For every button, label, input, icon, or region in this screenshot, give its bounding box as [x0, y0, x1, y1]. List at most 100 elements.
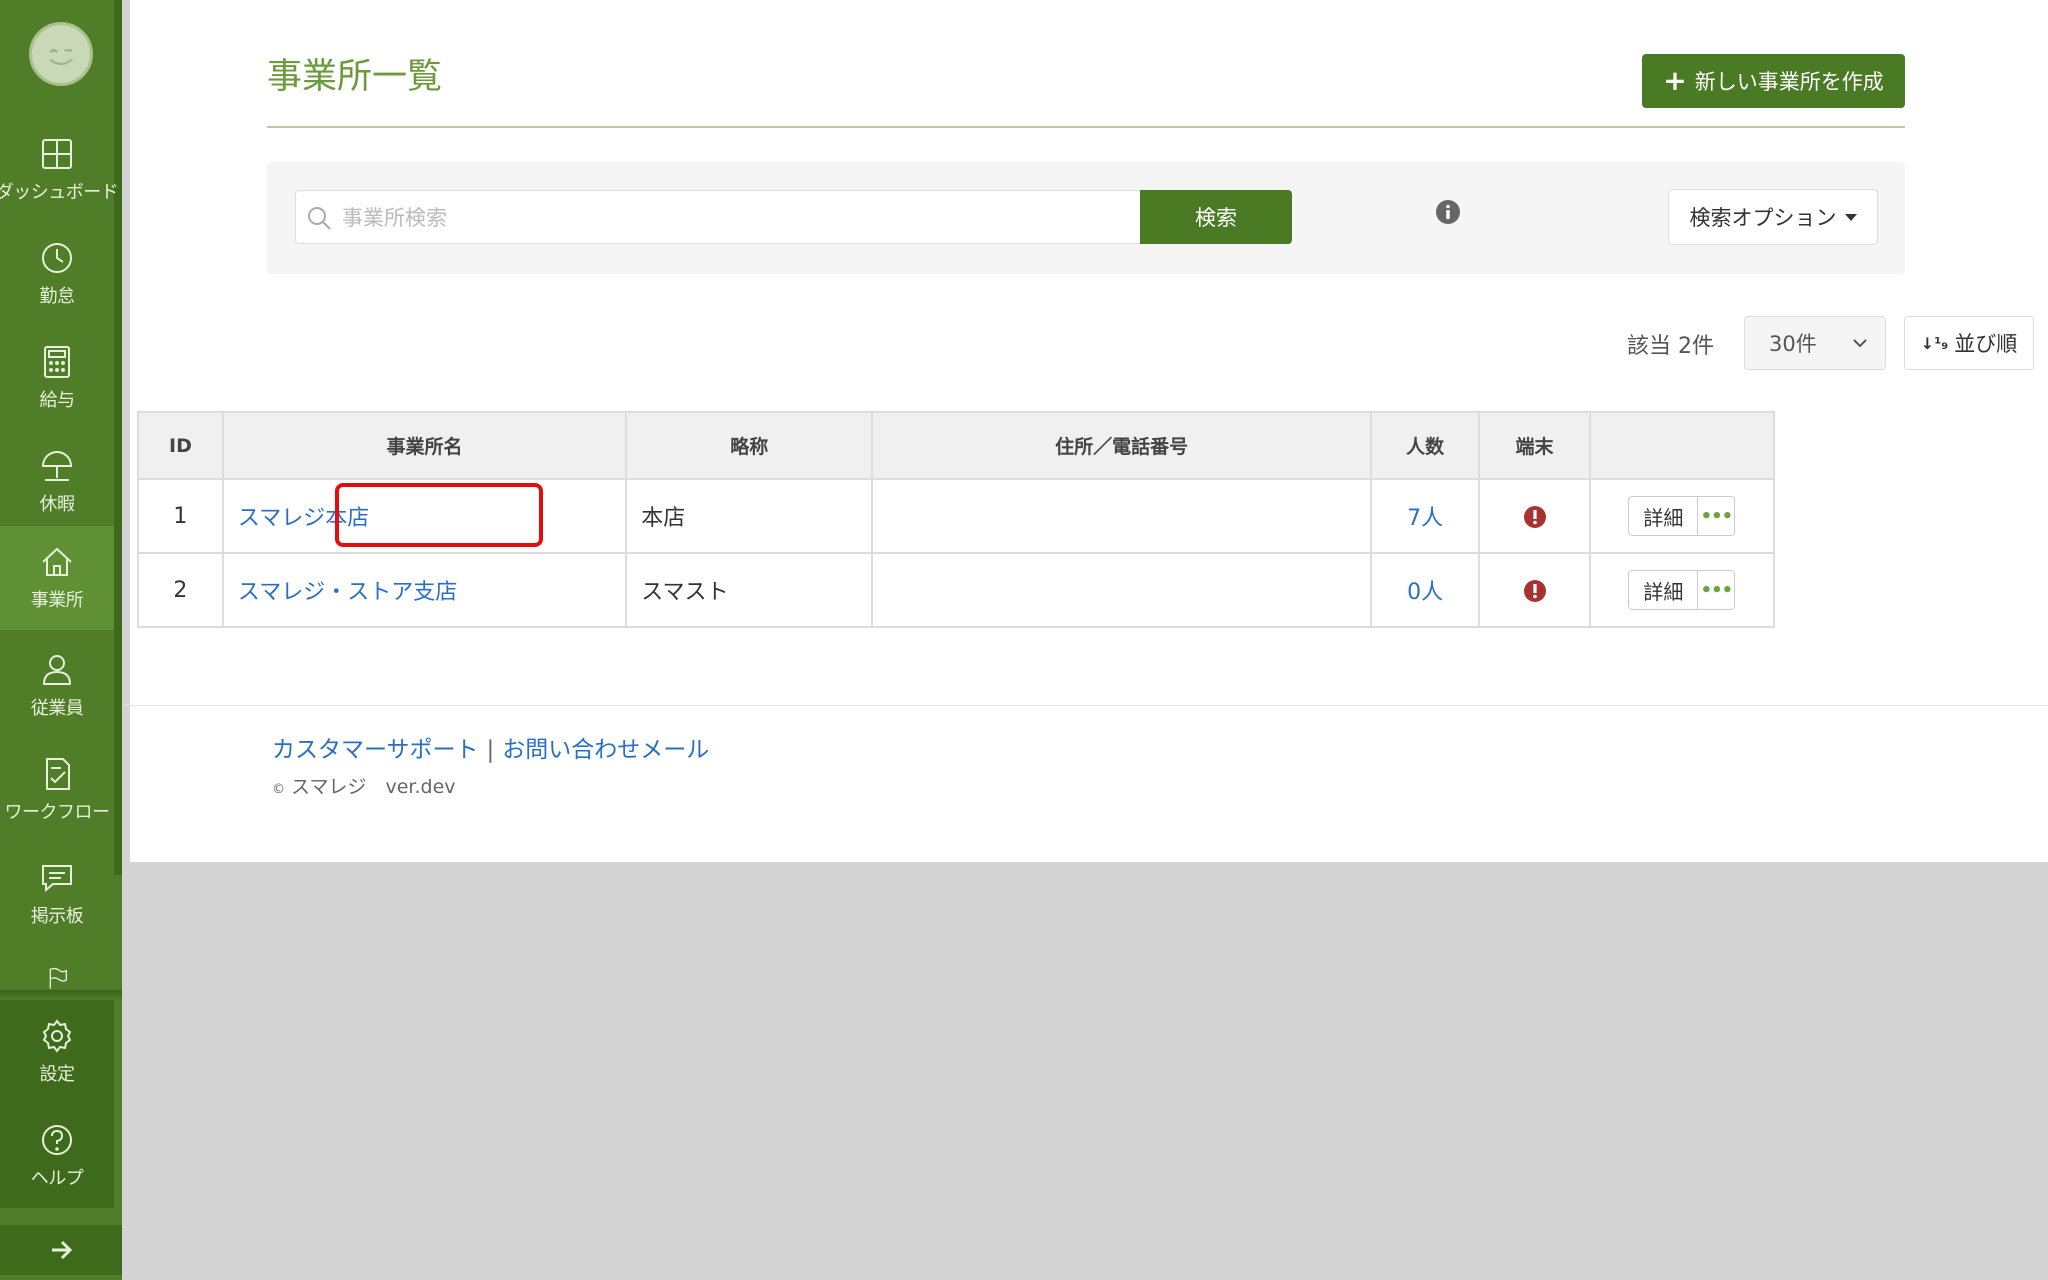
copyright-symbol: © — [272, 782, 285, 797]
gear-icon — [42, 1019, 72, 1053]
column-header-address[interactable]: 住所／電話番号 — [871, 411, 1372, 480]
sort-numeric-icon: ↓¹₉ — [1920, 333, 1949, 353]
sidebar-item-label: ワークフロー — [4, 802, 111, 823]
help-icon — [42, 1125, 72, 1155]
footer-separator: | — [486, 737, 495, 763]
sidebar: ダッシュボード 勤怠 給与 休暇 事業所 従業員 ワークフロー 掲示板 設定 ヘ… — [0, 0, 122, 1280]
umbrella-icon — [41, 451, 73, 481]
cell-people: 7人 — [1369, 478, 1481, 554]
per-page-value: 30件 — [1769, 332, 1817, 356]
contact-mail-link[interactable]: お問い合わせメール — [502, 737, 709, 763]
sidebar-collapse-button[interactable] — [0, 1225, 122, 1275]
arrow-right-icon — [52, 1240, 73, 1260]
footer-divider — [122, 705, 2048, 706]
create-office-button[interactable]: + 新しい事業所を作成 — [1642, 54, 1905, 108]
cell-id: 1 — [137, 478, 224, 554]
plus-icon: + — [1663, 64, 1687, 97]
sidebar-item-help[interactable]: ヘルプ — [0, 1104, 114, 1208]
sidebar-item-offices[interactable]: 事業所 — [0, 526, 114, 630]
sidebar-divider — [0, 990, 122, 1000]
sidebar-item-leave[interactable]: 休暇 — [0, 430, 114, 534]
cell-address — [871, 478, 1372, 554]
sidebar-item-flag[interactable] — [0, 946, 114, 996]
avatar-face-icon — [49, 49, 73, 66]
more-options-button[interactable]: ••• — [1698, 497, 1735, 535]
detail-button[interactable]: 詳細 — [1629, 571, 1699, 609]
search-icon — [308, 207, 331, 230]
checklist-icon — [46, 758, 70, 790]
result-count: 該当 2件 — [1627, 334, 1714, 359]
footer-links: カスタマーサポート | お問い合わせメール — [272, 730, 709, 764]
search-button[interactable]: 検索 — [1140, 190, 1292, 244]
sidebar-item-label: 事業所 — [30, 590, 84, 611]
sidebar-item-label: ダッシュボード — [0, 182, 119, 203]
clock-icon — [42, 243, 72, 273]
search-input[interactable] — [340, 191, 1134, 245]
alert-icon — [1523, 505, 1546, 528]
page-title: 事業所一覧 — [267, 57, 443, 97]
sidebar-item-attendance[interactable]: 勤怠 — [0, 222, 114, 326]
cell-name: スマレジ・ストア支店 — [221, 552, 628, 628]
people-count-link[interactable]: 7人 — [1407, 506, 1443, 531]
sort-button[interactable]: ↓¹₉ 並び順 — [1904, 316, 2034, 370]
dashboard-icon — [42, 139, 72, 169]
column-header-terminal[interactable]: 端末 — [1478, 411, 1591, 480]
row-action-group: 詳細 ••• — [1628, 496, 1736, 536]
alert-icon — [1523, 579, 1546, 602]
cell-people: 0人 — [1369, 552, 1481, 628]
sidebar-item-label: 設定 — [39, 1064, 76, 1085]
search-field[interactable] — [295, 190, 1143, 245]
chat-icon — [42, 865, 72, 893]
title-divider — [267, 126, 1905, 128]
row-action-group: 詳細 ••• — [1628, 570, 1736, 610]
column-header-abbr[interactable]: 略称 — [625, 411, 874, 480]
sidebar-item-label: 掲示板 — [30, 906, 84, 927]
office-name-link[interactable]: スマレジ・ストア支店 — [238, 580, 457, 605]
table-row: 2 スマレジ・ストア支店 スマスト 0人 詳細 ••• — [137, 552, 1776, 628]
cell-terminal — [1478, 552, 1591, 628]
user-icon — [42, 655, 72, 685]
sidebar-item-board[interactable]: 掲示板 — [0, 842, 114, 946]
people-count-link[interactable]: 0人 — [1407, 580, 1443, 605]
sidebar-item-label: 従業員 — [30, 698, 84, 719]
sidebar-item-workflow[interactable]: ワークフロー — [0, 738, 114, 842]
column-header-actions — [1588, 411, 1776, 480]
sidebar-item-employees[interactable]: 従業員 — [0, 634, 114, 738]
avatar[interactable] — [29, 22, 93, 86]
sidebar-item-label: 給与 — [39, 390, 76, 411]
sidebar-item-dashboard[interactable]: ダッシュボード — [0, 118, 119, 222]
flag-icon — [49, 967, 67, 989]
cell-address — [871, 552, 1372, 628]
copyright: © スマレジ ver.dev — [272, 772, 456, 799]
sidebar-item-label: 休暇 — [39, 494, 76, 515]
highlight-annotation — [335, 483, 543, 547]
copyright-text: スマレジ ver.dev — [291, 776, 456, 798]
cell-actions: 詳細 ••• — [1588, 478, 1776, 554]
sort-label: 並び順 — [1954, 332, 2018, 356]
info-icon[interactable] — [1435, 199, 1461, 225]
sidebar-item-settings[interactable]: 設定 — [0, 1000, 114, 1104]
cell-abbr: スマスト — [625, 552, 874, 628]
search-options-dropdown[interactable]: 検索オプション — [1668, 189, 1878, 245]
chevron-down-icon — [1853, 339, 1867, 348]
sidebar-item-label: 勤怠 — [39, 286, 76, 307]
caret-down-icon — [1844, 213, 1857, 221]
cell-terminal — [1478, 478, 1591, 554]
column-header-id[interactable]: ID — [137, 411, 224, 480]
sidebar-item-payroll[interactable]: 給与 — [0, 326, 114, 430]
cell-id: 2 — [137, 552, 224, 628]
column-header-people[interactable]: 人数 — [1369, 411, 1481, 480]
table-header-row: ID 事業所名 略称 住所／電話番号 人数 端末 — [137, 411, 1776, 480]
search-panel: 検索 検索オプション — [267, 162, 1905, 274]
sidebar-edge — [114, 0, 122, 875]
sidebar-item-label: ヘルプ — [30, 1168, 84, 1189]
column-header-name[interactable]: 事業所名 — [221, 411, 628, 480]
detail-button[interactable]: 詳細 — [1629, 497, 1699, 535]
customer-support-link[interactable]: カスタマーサポート — [272, 737, 479, 763]
search-options-label: 検索オプション — [1689, 206, 1837, 230]
calculator-icon — [44, 346, 70, 378]
per-page-select[interactable]: 30件 — [1744, 316, 1886, 370]
create-office-label: 新しい事業所を作成 — [1694, 70, 1884, 94]
more-options-button[interactable]: ••• — [1698, 571, 1735, 609]
home-icon — [42, 547, 72, 576]
